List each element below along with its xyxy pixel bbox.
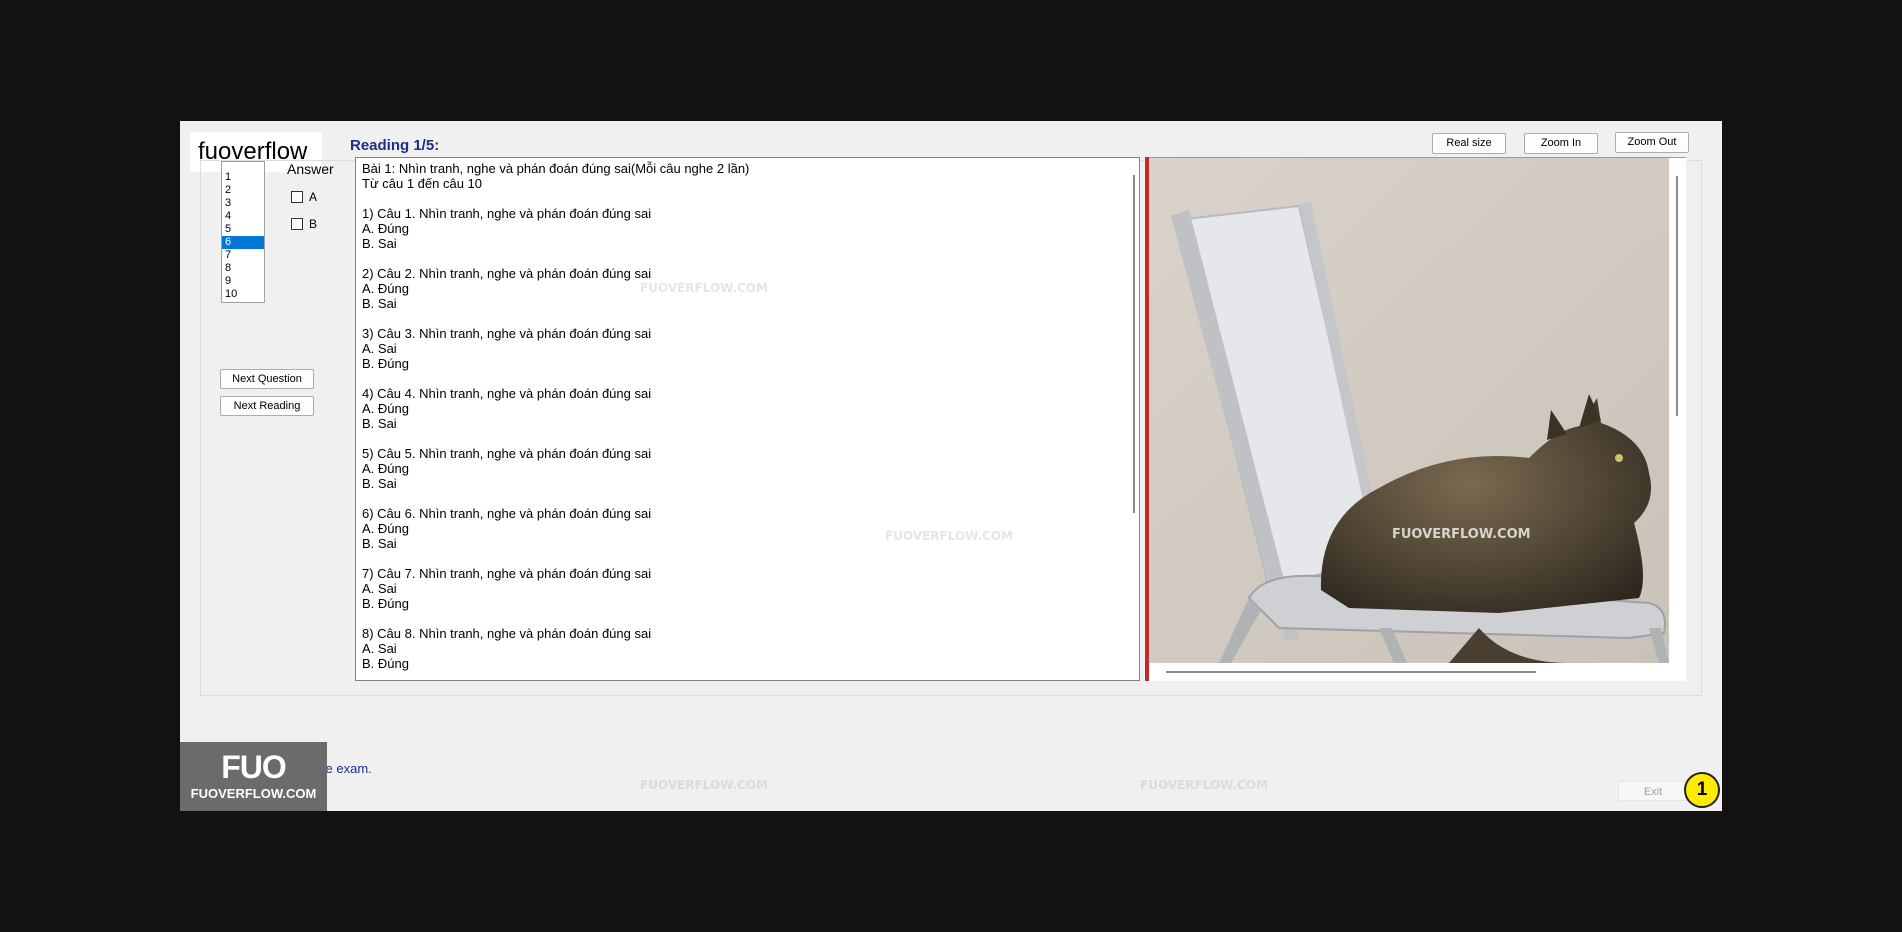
reading-text-line: Bài 1: Nhìn tranh, nghe và phán đoán đún…: [362, 161, 750, 176]
fuoverflow-logo: FUO FUOVERFLOW.COM: [180, 742, 327, 811]
reading-text-line: A. Đúng: [362, 221, 409, 236]
reading-text-line: B. Sai: [362, 536, 397, 551]
reading-text-line: A. Đúng: [362, 521, 409, 536]
zoom-in-button[interactable]: Zoom In: [1524, 133, 1598, 154]
reading-text-line: 6) Câu 6. Nhìn tranh, nghe và phán đoán …: [362, 506, 652, 521]
cat-on-chair-image: [1149, 158, 1669, 663]
image-watermark: FUOVERFLOW.COM: [1392, 527, 1531, 542]
reading-text-line: 8) Câu 8. Nhìn tranh, nghe và phán đoán …: [362, 626, 652, 641]
zoom-out-button[interactable]: Zoom Out: [1615, 132, 1689, 153]
reading-text-line: B. Sai: [362, 416, 397, 431]
page-watermark: FUOVERFLOW.COM: [640, 281, 768, 295]
reading-text-line: B. Đúng: [362, 596, 409, 611]
image-panel: FUOVERFLOW.COM: [1149, 157, 1686, 681]
reading-text-line: A. Sai: [362, 341, 397, 356]
reading-text-line: B. Sai: [362, 476, 397, 491]
exam-window: fuoverflow 1 2 3 4 5 6 7 8 9 10 Answer A B Next Q…: [180, 121, 1722, 811]
reading-text-line: 4) Câu 4. Nhìn tranh, nghe và phán đoán …: [362, 386, 652, 401]
real-size-button[interactable]: Real size: [1432, 133, 1506, 154]
step-badge: 1: [1684, 772, 1720, 808]
text-vertical-scrollbar[interactable]: [1133, 175, 1135, 513]
reading-title: Reading 1/5:: [350, 137, 440, 154]
reading-text-line: A. Đúng: [362, 461, 409, 476]
reading-text-line: A. Đúng: [362, 401, 409, 416]
reading-text-panel[interactable]: Bài 1: Nhìn tranh, nghe và phán đoán đún…: [355, 157, 1140, 681]
reading-text-line: Từ câu 1 đến câu 10: [362, 176, 483, 191]
image-vertical-scrollbar[interactable]: [1676, 176, 1678, 416]
image-horizontal-scrollbar[interactable]: [1166, 671, 1536, 673]
page-watermark: FUOVERFLOW.COM: [640, 778, 768, 792]
page-watermark: FUOVERFLOW.COM: [1140, 778, 1268, 792]
logo-mark: FUO: [221, 749, 287, 785]
reading-text-line: 2) Câu 2. Nhìn tranh, nghe và phán đoán …: [362, 266, 652, 281]
reading-text-line: 1) Câu 1. Nhìn tranh, nghe và phán đoán …: [362, 206, 652, 221]
page-watermark: FUOVERFLOW.COM: [885, 529, 1013, 543]
reading-text-line: A. Sai: [362, 581, 397, 596]
reading-text-line: B. Đúng: [362, 656, 409, 671]
reading-text-line: B. Đúng: [362, 356, 409, 371]
reading-text-line: 5) Câu 5. Nhìn tranh, nghe và phán đoán …: [362, 446, 652, 461]
logo-text: FUOVERFLOW.COM: [190, 786, 317, 801]
reading-text-line: A. Sai: [362, 641, 397, 656]
reading-text-line: 7) Câu 7. Nhìn tranh, nghe và phán đoán …: [362, 566, 652, 581]
reading-text-line: B. Sai: [362, 236, 397, 251]
exit-button[interactable]: Exit: [1618, 781, 1688, 801]
reading-text-line: 3) Câu 3. Nhìn tranh, nghe và phán đoán …: [362, 326, 652, 341]
reading-text-line: B. Sai: [362, 296, 397, 311]
